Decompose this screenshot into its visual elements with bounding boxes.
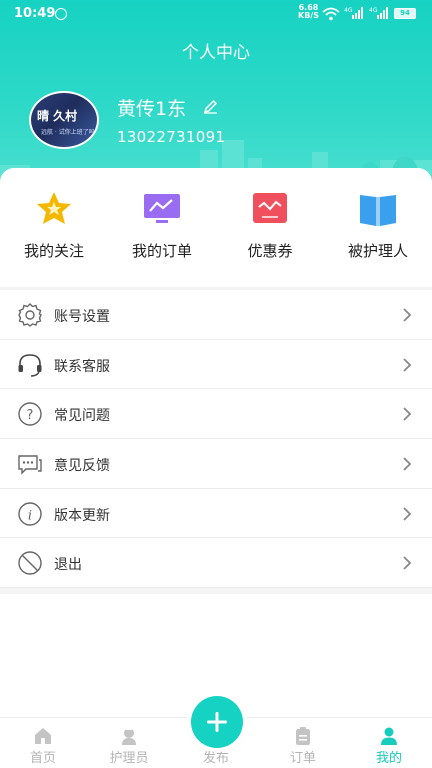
network-speed: 6.68 KB/S <box>298 3 319 20</box>
shortcut-label: 优惠券 <box>247 242 293 260</box>
status-time: 10:49 <box>14 6 56 21</box>
tab-label: 护理员 <box>109 751 149 766</box>
menu-item-label: 意见反馈 <box>54 458 110 475</box>
menu-item-label: 账号设置 <box>54 309 110 325</box>
svg-text:i: i <box>28 508 32 523</box>
coupon-icon <box>253 193 287 223</box>
shortcut-care-recipient[interactable]: 被护理人 <box>324 188 432 288</box>
tab-label: 发布 <box>202 751 229 766</box>
menu-item-logout[interactable]: 退出 <box>0 538 432 589</box>
menu-item-account-settings[interactable]: 账号设置 <box>0 290 432 340</box>
edit-icon[interactable] <box>203 99 218 114</box>
battery-icon: 94 <box>394 8 416 19</box>
avatar-text: 晴 久村 <box>37 109 78 123</box>
chevron-right-icon <box>403 358 412 372</box>
avatar-caption: 远航 · 试你上班了吗 <box>41 129 95 136</box>
info-icon: i <box>18 502 42 526</box>
tab-orders[interactable]: 订单 <box>260 718 346 768</box>
shortcut-grid: 我的关注 我的订单 优惠券 被护理人 <box>0 188 432 288</box>
wifi-icon <box>322 7 340 21</box>
tab-mine[interactable]: 我的 <box>346 718 432 768</box>
tab-label: 我的 <box>375 751 402 766</box>
monitor-chart-icon <box>144 194 180 223</box>
alarm-icon <box>55 8 67 20</box>
headset-icon <box>18 353 42 377</box>
home-icon <box>35 728 51 744</box>
logout-icon <box>18 551 42 576</box>
user-phone: 13022731091 <box>117 128 226 146</box>
person-icon <box>381 727 397 745</box>
chevron-right-icon <box>403 407 412 422</box>
shortcut-label: 我的订单 <box>131 242 192 260</box>
status-bar: 10:49 6.68 KB/S 4G 4G 94 <box>0 0 432 30</box>
tab-label: 订单 <box>289 751 316 766</box>
shortcut-label: 被护理人 <box>347 242 408 260</box>
tab-caregivers[interactable]: 护理员 <box>86 718 172 768</box>
chevron-right-icon <box>403 308 412 322</box>
clipboard-icon <box>296 727 310 745</box>
shortcut-coupons[interactable]: 优惠券 <box>216 188 324 288</box>
page-title: 个人中心 <box>182 43 250 63</box>
chevron-right-icon <box>403 457 412 471</box>
settings-menu: 账号设置 联系客服 ? 常见问题 意见反馈 i 版本更新 退出 <box>0 290 432 595</box>
chevron-right-icon <box>403 507 412 521</box>
feedback-icon <box>18 455 42 475</box>
menu-item-label: 退出 <box>54 557 82 574</box>
shortcut-my-orders[interactable]: 我的订单 <box>108 188 216 288</box>
user-name: 黄传1东 <box>117 98 187 120</box>
signal-icon-2: 4G <box>369 7 388 19</box>
svg-text:?: ? <box>27 408 34 423</box>
shortcut-my-follow[interactable]: 我的关注 <box>0 188 108 288</box>
svg-text:4G: 4G <box>344 7 353 14</box>
shortcut-label: 我的关注 <box>23 242 84 260</box>
menu-item-label: 版本更新 <box>54 507 110 524</box>
avatar[interactable]: 晴 久村 远航 · 试你上班了吗 <box>29 91 99 149</box>
menu-item-label: 联系客服 <box>54 358 110 375</box>
gear-icon <box>18 303 42 327</box>
plus-icon <box>207 712 227 732</box>
tab-home[interactable]: 首页 <box>0 718 86 768</box>
menu-bottom-divider <box>0 588 432 595</box>
star-icon <box>37 192 71 224</box>
nurse-icon <box>122 728 136 745</box>
svg-text:4G: 4G <box>369 7 378 14</box>
menu-item-label: 常见问题 <box>54 408 110 425</box>
content-card: 我的关注 我的订单 优惠券 被护理人 账号设置 联系客服 ? 常见问题 意见反馈… <box>0 168 432 768</box>
menu-item-contact-service[interactable]: 联系客服 <box>0 340 432 390</box>
menu-item-version-update[interactable]: i 版本更新 <box>0 489 432 539</box>
publish-button[interactable] <box>191 696 243 748</box>
book-icon <box>360 195 396 226</box>
menu-item-faq[interactable]: ? 常见问题 <box>0 389 432 440</box>
chevron-right-icon <box>403 556 412 571</box>
question-icon: ? <box>18 402 42 427</box>
tab-label: 首页 <box>29 751 56 766</box>
signal-icon: 4G <box>344 7 363 19</box>
menu-item-feedback[interactable]: 意见反馈 <box>0 439 432 489</box>
